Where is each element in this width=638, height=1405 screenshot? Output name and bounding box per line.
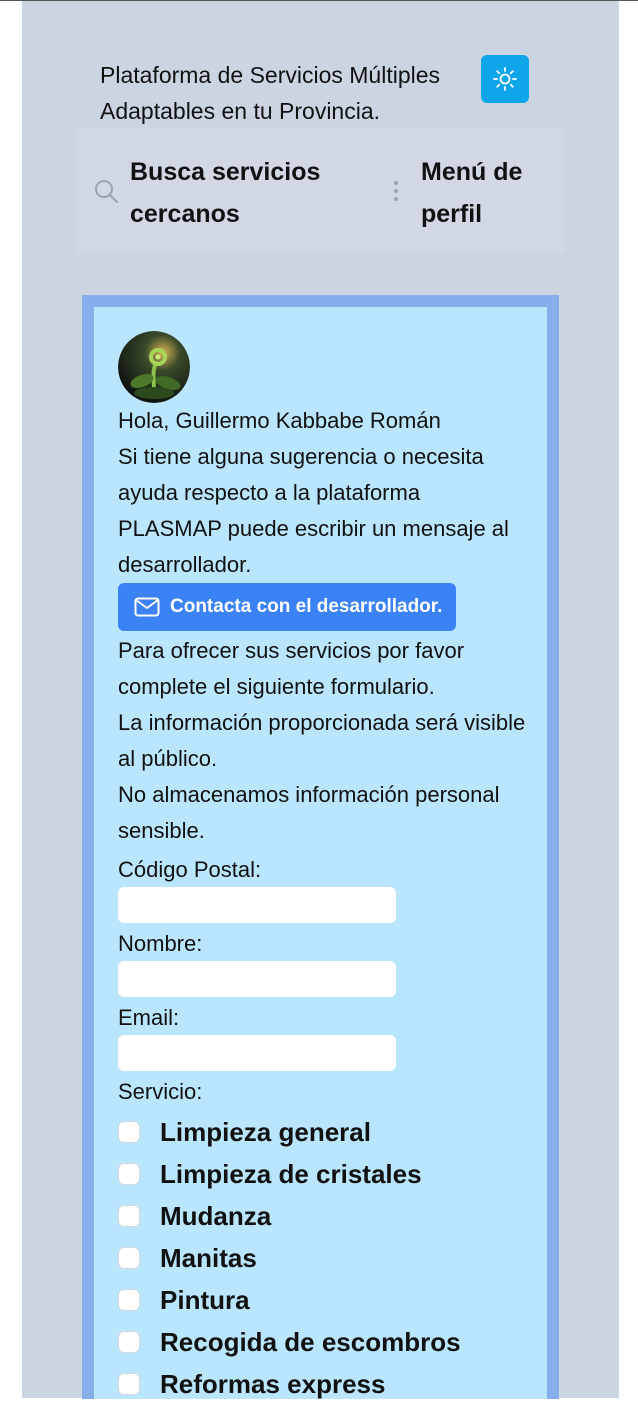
service-checkbox[interactable] [118, 1163, 140, 1185]
avatar [118, 331, 190, 403]
profile-card: Hola, Guillermo Kabbabe Román Si tiene a… [82, 295, 559, 1399]
service-option[interactable]: Manitas [118, 1237, 528, 1279]
service-checkbox[interactable] [118, 1331, 140, 1353]
search-icon[interactable] [92, 177, 120, 205]
service-checkbox[interactable] [118, 1205, 140, 1227]
contact-developer-button[interactable]: Contacta con el desarrollador. [118, 583, 457, 631]
service-option[interactable]: Recogida de escombros [118, 1321, 528, 1363]
envelope-icon [134, 597, 160, 617]
service-option-label: Manitas [160, 1243, 257, 1273]
service-option[interactable]: Limpieza general [118, 1111, 528, 1153]
greeting-text: Hola, Guillermo Kabbabe Román [118, 408, 441, 433]
suggestion-text: Si tiene alguna sugerencia o necesita ay… [118, 444, 509, 577]
service-option-label: Recogida de escombros [160, 1327, 461, 1357]
service-option-label: Limpieza de cristales [160, 1159, 422, 1189]
search-nearby-services-link[interactable]: Busca servicios cercanos [130, 151, 340, 235]
theme-toggle-button[interactable] [481, 55, 529, 103]
page-container: Plataforma de Servicios Múltiples Adapta… [22, 1, 619, 1399]
service-option[interactable]: Reformas express [118, 1363, 528, 1405]
service-option[interactable]: Limpieza de cristales [118, 1153, 528, 1195]
service-option[interactable]: Pintura [118, 1279, 528, 1321]
vertical-dots-icon[interactable] [388, 177, 404, 205]
service-option-label: Reformas express [160, 1369, 386, 1399]
sun-icon [493, 67, 517, 91]
service-checkbox-list: Limpieza general Limpieza de cristales M… [118, 1111, 528, 1405]
service-checkbox[interactable] [118, 1289, 140, 1311]
name-label: Nombre: [118, 931, 203, 956]
service-checkbox[interactable] [118, 1373, 140, 1395]
service-option-label: Limpieza general [160, 1117, 371, 1147]
privacy-notice: No almacenamos información personal sens… [118, 782, 500, 843]
service-option[interactable]: Mudanza [118, 1195, 528, 1237]
profile-card-body: Hola, Guillermo Kabbabe Román Si tiene a… [94, 307, 547, 1399]
public-info-notice: La información proporcionada será visibl… [118, 710, 526, 771]
top-navigation-bar: Busca servicios cercanos Menú de perfil [76, 127, 565, 253]
card-content: Hola, Guillermo Kabbabe Román Si tiene a… [118, 331, 528, 1405]
service-option-label: Mudanza [160, 1201, 272, 1231]
service-option-label: Pintura [160, 1285, 250, 1315]
service-checkbox[interactable] [118, 1247, 140, 1269]
service-checkbox[interactable] [118, 1121, 140, 1143]
postal-code-label: Código Postal: [118, 857, 262, 882]
name-input[interactable] [118, 961, 396, 997]
profile-menu-button[interactable]: Menú de perfil [421, 151, 561, 235]
contact-developer-label: Contacta con el desarrollador. [170, 596, 443, 617]
service-label: Servicio: [118, 1079, 203, 1104]
postal-code-input[interactable] [118, 887, 396, 923]
email-label: Email: [118, 1005, 180, 1030]
form-intro-text: Para ofrecer sus servicios por favor com… [118, 638, 465, 699]
email-input[interactable] [118, 1035, 396, 1071]
page-title: Plataforma de Servicios Múltiples Adapta… [100, 62, 441, 124]
